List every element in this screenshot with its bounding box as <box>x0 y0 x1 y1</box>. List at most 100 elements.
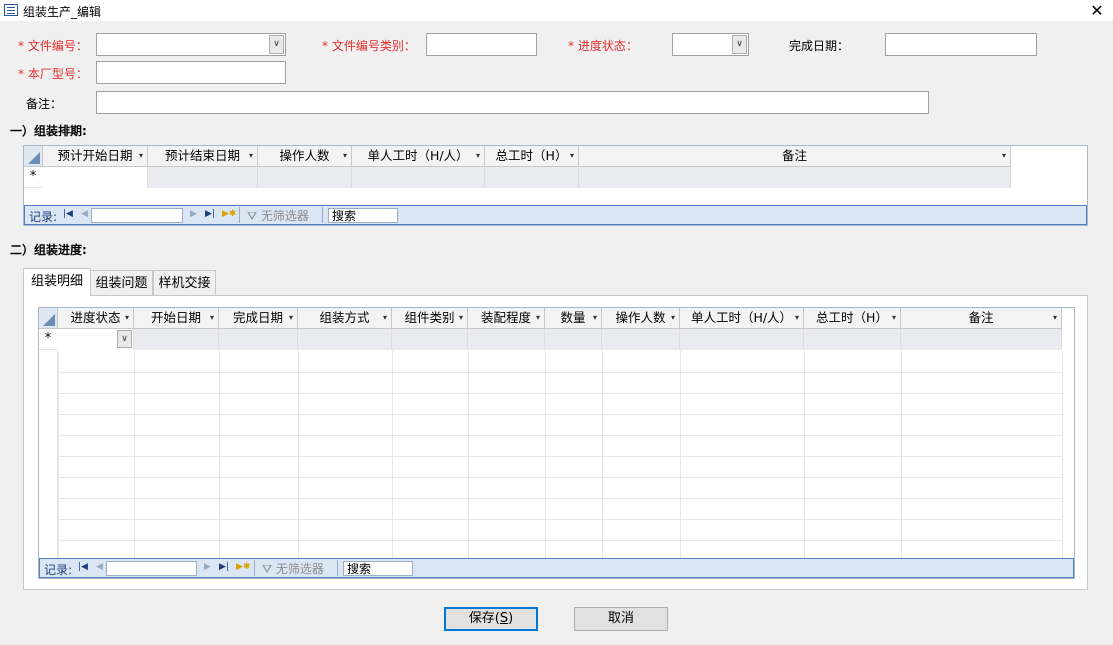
prev-record-icon[interactable]: ◀ <box>96 562 103 572</box>
grid-cell[interactable] <box>485 167 579 188</box>
grid-cell[interactable] <box>258 167 352 188</box>
save-label-head: 保存( <box>468 611 500 626</box>
new-record-row[interactable]: * ∨ <box>39 329 1062 350</box>
chevron-down-icon[interactable]: ∨ <box>269 35 284 54</box>
grid-cell[interactable] <box>43 167 148 188</box>
grid-cell[interactable] <box>298 329 392 350</box>
no-filter-button[interactable]: ⛛ 无筛选器 <box>247 207 309 224</box>
search-box[interactable]: 搜索 <box>343 561 413 576</box>
progress-col-header[interactable]: 进度状态 ▾ <box>58 308 134 329</box>
tab-assembly-issues[interactable]: 组装问题 <box>90 270 153 296</box>
record-number-box[interactable] <box>106 561 197 576</box>
schedule-section-title: 一）组装排期: <box>10 124 87 138</box>
select-all-corner[interactable] <box>24 146 43 167</box>
progress-status-combo[interactable]: ∨ <box>672 33 749 56</box>
col-label: 操作人数 <box>615 310 666 325</box>
progress-col-header[interactable]: 开始日期 ▾ <box>134 308 219 329</box>
progress-col-header[interactable]: 组件类别 ▾ <box>392 308 468 329</box>
new-record-icon[interactable]: ▶✱ <box>236 562 250 572</box>
grid-line <box>39 519 1062 520</box>
tab-prototype-handover[interactable]: 样机交接 <box>153 270 216 296</box>
no-filter-button[interactable]: ⛛ 无筛选器 <box>262 560 324 577</box>
grid-cell[interactable] <box>901 329 1062 350</box>
first-record-icon[interactable]: |◀ <box>78 562 88 572</box>
grid-line <box>602 351 603 558</box>
grid-line <box>39 414 1062 415</box>
records-label: 记录: <box>44 563 73 577</box>
grid-cell[interactable] <box>134 329 219 350</box>
progress-col-header[interactable]: 完成日期 ▾ <box>219 308 298 329</box>
progress-col-header[interactable]: 总工时（H） ▾ <box>804 308 901 329</box>
grid-cell[interactable] <box>602 329 680 350</box>
next-record-icon[interactable]: ▶ <box>204 562 211 572</box>
col-label: 完成日期 <box>232 310 283 325</box>
remark-input[interactable] <box>96 91 929 114</box>
last-record-icon[interactable]: ▶| <box>205 209 215 219</box>
finish-date-input[interactable] <box>885 33 1037 56</box>
schedule-record-nav: 记录: |◀ ◀ ▶ ▶| ▶✱ ⛛ 无筛选器 搜索 <box>24 205 1087 225</box>
chevron-down-icon[interactable]: ∨ <box>732 35 747 54</box>
record-number-box[interactable] <box>91 208 183 223</box>
grid-cell[interactable] <box>579 167 1011 188</box>
schedule-col-header[interactable]: 操作人数 ▾ <box>258 146 352 167</box>
progress-grid: 进度状态 ▾ 开始日期 ▾ 完成日期 ▾ 组装方式 ▾ 组件类别 ▾ 装配程度 ▾ 数量 ▾ … <box>38 307 1075 579</box>
grid-cell[interactable] <box>392 329 468 350</box>
schedule-grid: 预计开始日期 ▾ 预计结束日期 ▾ 操作人数 ▾ 单人工时（H/人） ▾ 总工时（H） ▾… <box>23 145 1088 226</box>
select-all-corner[interactable] <box>39 308 58 329</box>
progress-col-header[interactable]: 操作人数 ▾ <box>602 308 680 329</box>
no-filter-label: 无筛选器 <box>260 209 309 223</box>
schedule-col-header[interactable]: 预计结束日期 ▾ <box>148 146 258 167</box>
grid-cell[interactable] <box>468 329 545 350</box>
schedule-col-header[interactable]: 备注 ▾ <box>579 146 1011 167</box>
schedule-col-header[interactable]: 单人工时（H/人） ▾ <box>352 146 485 167</box>
grid-line <box>134 351 135 558</box>
next-record-icon[interactable]: ▶ <box>190 209 197 219</box>
grid-line <box>680 351 681 558</box>
grid-line <box>39 498 1062 499</box>
grid-line <box>392 351 393 558</box>
window-title: 组装生产_编辑 <box>23 5 102 19</box>
grid-cell[interactable] <box>352 167 485 188</box>
grid-line <box>901 351 902 558</box>
grid-cell[interactable] <box>148 167 258 188</box>
progress-col-header[interactable]: 数量 ▾ <box>545 308 602 329</box>
last-record-icon[interactable]: ▶| <box>219 562 229 572</box>
grid-cell[interactable] <box>804 329 901 350</box>
new-record-row[interactable]: * <box>24 167 1011 188</box>
close-icon[interactable]: ✕ <box>1088 1 1106 20</box>
progress-col-header[interactable]: 备注 ▾ <box>901 308 1062 329</box>
progress-col-header[interactable]: 组装方式 ▾ <box>298 308 392 329</box>
tab-assembly-detail[interactable]: 组装明细 <box>23 268 91 296</box>
progress-col-header[interactable]: 单人工时（H/人） ▾ <box>680 308 804 329</box>
schedule-col-header[interactable]: 预计开始日期 ▾ <box>43 146 148 167</box>
save-label-key: S <box>499 611 509 626</box>
save-button[interactable]: 保存(S) <box>444 607 538 631</box>
chevron-down-icon[interactable]: ∨ <box>117 330 132 348</box>
grid-cell[interactable] <box>545 329 602 350</box>
progress-status-combo-cell[interactable]: ∨ <box>58 329 134 350</box>
file-type-input[interactable] <box>426 33 537 56</box>
search-box[interactable]: 搜索 <box>328 208 398 223</box>
grid-cell[interactable] <box>219 329 298 350</box>
col-label: 单人工时（H/人） <box>367 148 469 163</box>
grid-cell[interactable] <box>680 329 804 350</box>
model-input[interactable] <box>96 61 286 84</box>
col-label: 组装方式 <box>319 310 370 325</box>
funnel-icon: ⛛ <box>247 209 258 223</box>
col-label: 单人工时（H/人） <box>690 310 793 325</box>
progress-col-header[interactable]: 装配程度 ▾ <box>468 308 545 329</box>
form-icon <box>4 4 18 16</box>
progress-section-title: 二）组装进度: <box>10 243 87 257</box>
prev-record-icon[interactable]: ◀ <box>81 209 88 219</box>
new-record-icon[interactable]: ▶✱ <box>222 209 236 219</box>
grid-line <box>545 351 546 558</box>
progress-record-nav: 记录: |◀ ◀ ▶ ▶| ▶✱ ⛛ 无筛选器 搜索 <box>39 558 1074 578</box>
file-no-combo[interactable]: ∨ <box>96 33 286 56</box>
row-selector-column[interactable] <box>39 351 58 558</box>
grid-line <box>804 351 805 558</box>
cancel-button[interactable]: 取消 <box>574 607 668 631</box>
new-row-marker: * <box>29 169 37 184</box>
first-record-icon[interactable]: |◀ <box>63 209 73 219</box>
col-label: 预计结束日期 <box>164 148 240 163</box>
schedule-col-header[interactable]: 总工时（H） ▾ <box>485 146 579 167</box>
